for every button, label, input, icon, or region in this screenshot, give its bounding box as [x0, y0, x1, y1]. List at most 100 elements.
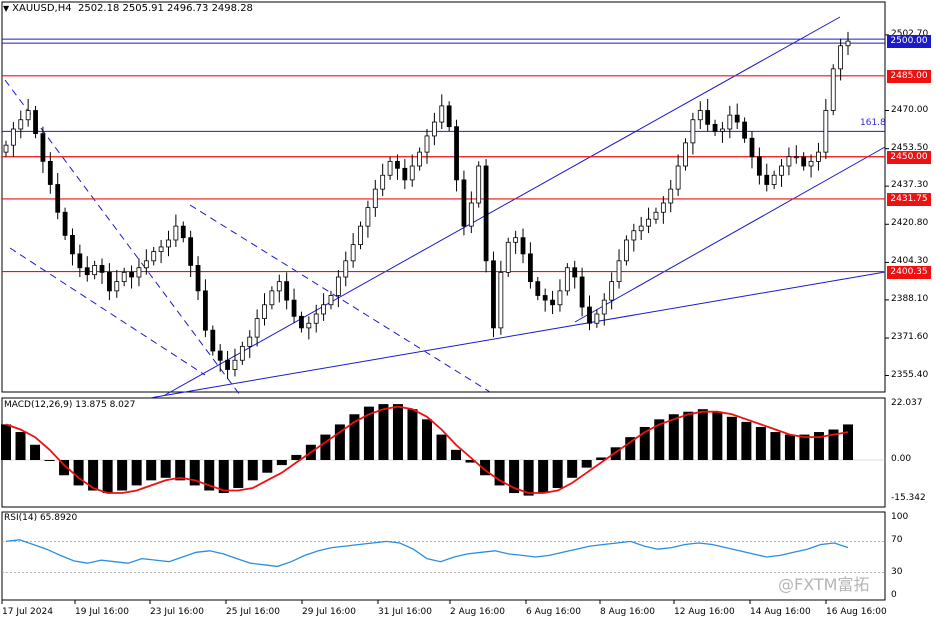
- candle-body: [535, 281, 541, 296]
- candle-body: [720, 128, 725, 132]
- candle-body: [232, 359, 238, 370]
- rsi-panel: [1, 511, 886, 601]
- price-axis-label: 2470.00: [891, 104, 929, 115]
- candle-body: [498, 271, 504, 329]
- candle-body: [350, 244, 356, 262]
- level-tag-2431.75: 2431.75: [887, 192, 931, 206]
- candle-body: [712, 123, 718, 132]
- time-axis-label: 29 Jul 16:00: [302, 607, 356, 617]
- candle-body: [542, 295, 548, 301]
- macd-histogram-bar: [843, 424, 853, 461]
- candle-body: [764, 174, 770, 185]
- candle-body: [62, 211, 68, 236]
- candle-body: [276, 281, 282, 292]
- macd-histogram-bar: [741, 421, 752, 461]
- candle-body: [55, 184, 61, 213]
- candle-body: [284, 281, 290, 301]
- macd-label: MACD(12,26,9) 13.875 8.027: [4, 400, 136, 410]
- candle-body: [697, 110, 703, 121]
- chart-canvas[interactable]: [0, 0, 936, 624]
- candle-body: [99, 265, 105, 273]
- candle-body: [587, 306, 592, 324]
- candle-body: [727, 114, 733, 130]
- candle-body: [742, 121, 747, 139]
- candle-body: [92, 265, 98, 276]
- candle-body: [121, 271, 127, 283]
- candle-body: [564, 267, 570, 292]
- candle-body: [299, 315, 304, 329]
- candle-body: [646, 218, 651, 227]
- channel-lower-line: [574, 146, 886, 323]
- candle-body: [328, 295, 334, 306]
- candle-body: [550, 299, 555, 306]
- candle-body: [838, 45, 844, 70]
- candle-body: [188, 237, 194, 266]
- candle-body: [417, 151, 423, 167]
- rsi-label: RSI(14) 65.8920: [4, 513, 78, 523]
- symbol-name: XAUUSD,H4: [12, 3, 72, 14]
- candle-body: [461, 179, 467, 227]
- candle-body: [151, 251, 157, 262]
- macd-histogram-bar: [378, 404, 389, 461]
- candle-body: [3, 144, 9, 153]
- candle-body: [262, 304, 267, 320]
- candle-body: [70, 234, 75, 255]
- macd-histogram-bar: [581, 460, 592, 468]
- candle-body: [402, 167, 408, 181]
- candle-body: [513, 237, 519, 243]
- candle-body: [40, 133, 46, 162]
- macd-histogram-bar: [712, 411, 723, 461]
- candle-body: [180, 225, 186, 239]
- descending-channel-upper: [4, 79, 241, 396]
- candle-body: [254, 318, 260, 338]
- candle-body: [129, 271, 134, 278]
- candle-body: [830, 68, 836, 111]
- candle-body: [786, 156, 792, 167]
- candle-body: [343, 260, 349, 278]
- level-tag-2400.35: 2400.35: [887, 265, 931, 279]
- symbol-header: ▼ XAUUSD,H4 2502.18 2505.91 2496.73 2498.…: [3, 3, 253, 14]
- candle-body: [520, 237, 526, 255]
- macd-histogram-bar: [73, 460, 84, 486]
- collapse-triangle-icon[interactable]: ▼: [3, 4, 9, 13]
- price-axis-label: 2437.30: [891, 180, 929, 191]
- rsi-line: [5, 539, 849, 568]
- candle-body: [395, 160, 400, 169]
- candle-body: [505, 241, 511, 273]
- candle-body: [136, 267, 142, 278]
- candle-body: [380, 174, 386, 190]
- candle-body: [675, 165, 681, 190]
- candle-body: [203, 290, 208, 331]
- channel-upper-line: [164, 16, 841, 396]
- candle-body: [10, 128, 16, 146]
- candle-body: [631, 230, 637, 241]
- candle-body: [166, 239, 171, 248]
- candle-body: [269, 290, 275, 306]
- candle-body: [173, 225, 179, 241]
- candle-body: [439, 105, 445, 123]
- candle-body: [823, 110, 829, 153]
- candle-body: [779, 165, 784, 176]
- candle-body: [756, 156, 762, 176]
- macd-histogram-bar: [755, 426, 766, 461]
- macd-histogram-bar: [233, 460, 244, 488]
- candle-body: [808, 160, 814, 167]
- candle-body: [313, 313, 319, 324]
- macd-histogram-bar: [451, 449, 462, 461]
- descending-channel-lower: [9, 247, 206, 376]
- macd-histogram-bar: [15, 432, 26, 461]
- candle-body: [143, 260, 149, 269]
- candle-body: [683, 142, 688, 167]
- candle-body: [321, 304, 326, 315]
- macd-histogram-bar: [44, 460, 55, 462]
- candle-body: [306, 322, 312, 329]
- candle-body: [668, 188, 674, 204]
- candle-body: [409, 165, 415, 181]
- price-axis-label: 2355.40: [891, 369, 929, 380]
- candle-body: [84, 267, 90, 276]
- candle-body: [572, 267, 578, 278]
- macd-histogram-bar: [276, 460, 287, 466]
- time-axis-label: 17 Jul 2024: [2, 607, 53, 617]
- level-tag-2485.00: 2485.00: [887, 69, 931, 83]
- level-tag-2450.00: 2450.00: [887, 150, 931, 164]
